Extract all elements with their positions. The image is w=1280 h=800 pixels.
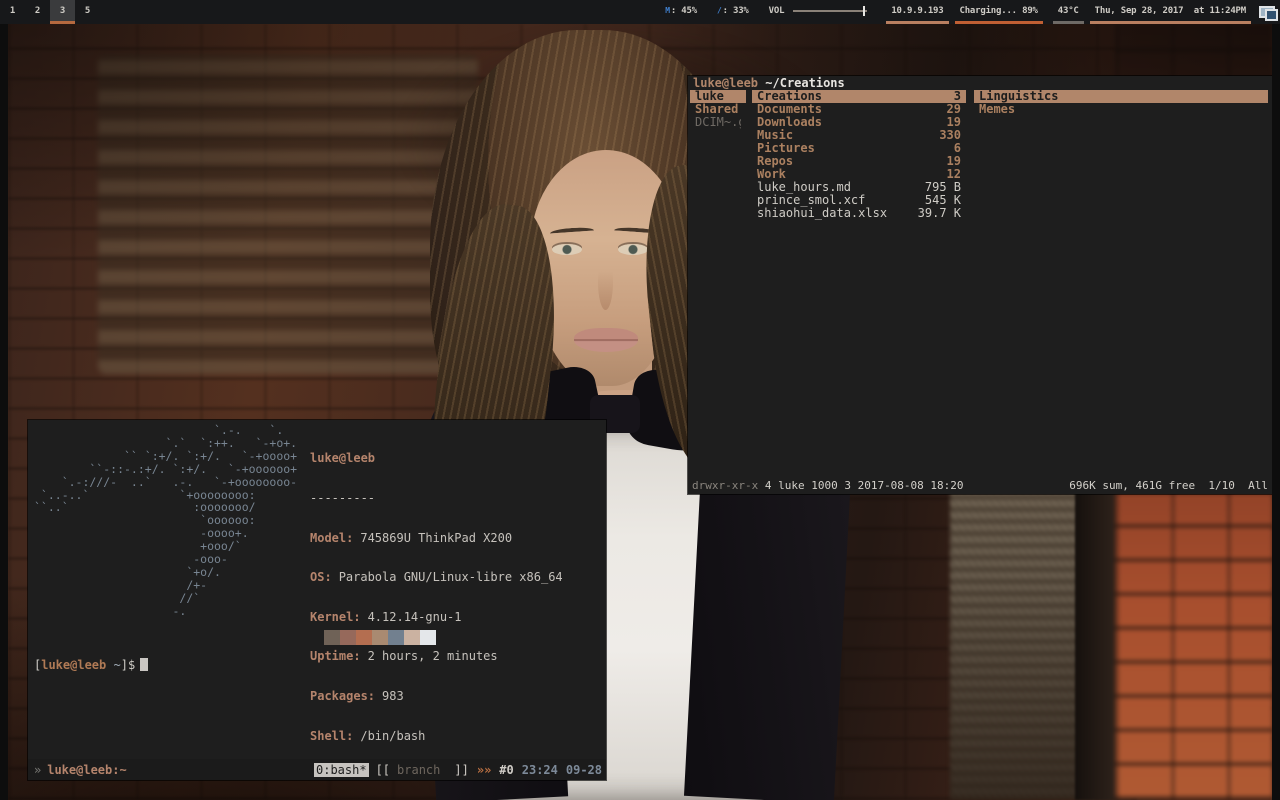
- workspace-switcher: 1 2 3 5: [0, 0, 100, 24]
- secondary-meter-module: /: 33%: [712, 0, 754, 24]
- brightness-value: : 45%: [671, 6, 697, 16]
- tmux-session-name: luke@leeb:~: [47, 763, 126, 777]
- tmux-left-chevron: »: [34, 763, 41, 777]
- ranger-entry[interactable]: Documents29: [752, 103, 966, 116]
- tmux-date: 09-28: [566, 763, 602, 777]
- terminal-color-palette: [324, 630, 436, 645]
- neofetch-ascii-logo: `.-. `. `.` `:++. `-+o+. `` `:+/. `:+/. …: [34, 424, 297, 618]
- tmux-git-branch: branch: [397, 763, 440, 777]
- ranger-entry[interactable]: luke_hours.md795 B: [752, 181, 966, 194]
- volume-module: VOL: [764, 0, 873, 24]
- workspace-2[interactable]: 2: [25, 0, 50, 24]
- shell-prompt[interactable]: [luke@leeb ~]$: [34, 658, 148, 672]
- battery-status: Charging... 89%: [955, 0, 1043, 24]
- terminal-window[interactable]: `.-. `. `.` `:++. `-+o+. `` `:+/. `:+/. …: [28, 420, 606, 780]
- wallpaper-eye: [552, 244, 582, 255]
- ranger-parent-item[interactable]: Shared: [690, 103, 746, 116]
- ranger-entry[interactable]: Pictures6: [752, 142, 966, 155]
- workspace-3-active[interactable]: 3: [50, 0, 75, 24]
- wallpaper-eye: [618, 244, 648, 255]
- color-swatch: [388, 630, 404, 645]
- ranger-entry[interactable]: Repos19: [752, 155, 966, 168]
- tmux-clock: 23:24: [522, 763, 558, 777]
- ranger-preview-item[interactable]: Memes: [974, 103, 1268, 116]
- prompt-path: ~: [106, 658, 120, 672]
- ranger-main-column: Creations3 Documents29 Downloads19 Music…: [752, 90, 966, 220]
- ranger-title-user: luke@leeb: [693, 76, 758, 90]
- ranger-entry[interactable]: Downloads19: [752, 116, 966, 129]
- ranger-entry[interactable]: Creations3: [752, 90, 966, 103]
- text-cursor[interactable]: [140, 658, 148, 671]
- color-swatch: [404, 630, 420, 645]
- ranger-entry[interactable]: shiaohui_data.xlsx39.7 K: [752, 207, 966, 220]
- tmux-right-modules: 0:bash* [[ branch ]] »» #0 23:24 09-28: [314, 763, 602, 777]
- workspace-5[interactable]: 5: [75, 0, 100, 24]
- ip-address: 10.9.9.193: [886, 0, 948, 24]
- ranger-parent-column: luke Shared DCIM~.gz: [690, 90, 746, 129]
- ranger-entry[interactable]: Music330: [752, 129, 966, 142]
- wallpaper-eyebrow: [550, 226, 594, 237]
- ranger-disk-usage: 696K sum, 461G free 1/10 All: [1069, 479, 1268, 492]
- volume-label: VOL: [769, 6, 785, 16]
- ranger-entry[interactable]: Work12: [752, 168, 966, 181]
- top-bar: 1 2 3 5 M: 45% /: 33% VOL 10.9.9.193 Cha…: [0, 0, 1280, 24]
- ranger-preview-column: Linguistics Memes: [974, 90, 1268, 116]
- color-swatch: [420, 630, 436, 645]
- tmux-chevrons-icon: »»: [477, 763, 491, 777]
- meter-value: : 33%: [723, 6, 749, 16]
- ranger-preview-item[interactable]: Linguistics: [974, 90, 1268, 103]
- neofetch-separator: ---------: [310, 492, 577, 505]
- ranger-title-path: ~/Creations: [765, 76, 844, 90]
- volume-slider-thumb[interactable]: [863, 6, 865, 16]
- brightness-icon: M: [665, 6, 670, 15]
- ranger-entry[interactable]: prince_smol.xcf545 K: [752, 194, 966, 207]
- ranger-window[interactable]: luke@leeb ~/Creations luke Shared DCIM~.…: [688, 76, 1272, 494]
- workspace-1[interactable]: 1: [0, 0, 25, 24]
- wallpaper-lips: [574, 328, 638, 352]
- ranger-title: luke@leeb ~/Creations: [693, 77, 845, 90]
- brightness-module: M: 45%: [660, 0, 702, 24]
- tmux-status-bar: » luke@leeb:~ 0:bash* [[ branch ]] »» #0…: [28, 759, 606, 780]
- ranger-parent-item[interactable]: DCIM~.gz: [690, 116, 746, 129]
- desktop-area: luke@leeb ~/Creations luke Shared DCIM~.…: [8, 24, 1272, 800]
- neofetch-info: luke@leeb --------- Model:745869U ThinkP…: [310, 426, 577, 800]
- color-swatch: [372, 630, 388, 645]
- tmux-pane-index: #0: [499, 763, 513, 777]
- datetime: Thu, Sep 28, 2017 at 11:24PM: [1090, 0, 1251, 24]
- tmux-window-tab[interactable]: 0:bash*: [314, 763, 369, 777]
- desktop: 1 2 3 5 M: 45% /: 33% VOL 10.9.9.193 Cha…: [0, 0, 1280, 800]
- color-swatch: [340, 630, 356, 645]
- volume-slider[interactable]: [793, 10, 867, 12]
- wallpaper-nose: [598, 254, 613, 310]
- color-swatch: [324, 630, 340, 645]
- ranger-file-meta: drwxr-xr-x 4 luke 1000 3 2017-08-08 18:2…: [692, 479, 964, 492]
- ranger-status-bar: drwxr-xr-x 4 luke 1000 3 2017-08-08 18:2…: [692, 479, 1268, 492]
- meter-icon: /: [717, 6, 722, 15]
- status-modules: M: 45% /: 33% VOL 10.9.9.193 Charging...…: [660, 0, 1280, 24]
- prompt-user-host: luke@leeb: [41, 658, 106, 672]
- color-swatch: [356, 630, 372, 645]
- temperature: 43°C: [1053, 0, 1084, 24]
- neofetch-user-host: luke@leeb: [310, 452, 577, 465]
- display-icon[interactable]: [1259, 6, 1275, 18]
- ranger-parent-item[interactable]: luke: [690, 90, 746, 103]
